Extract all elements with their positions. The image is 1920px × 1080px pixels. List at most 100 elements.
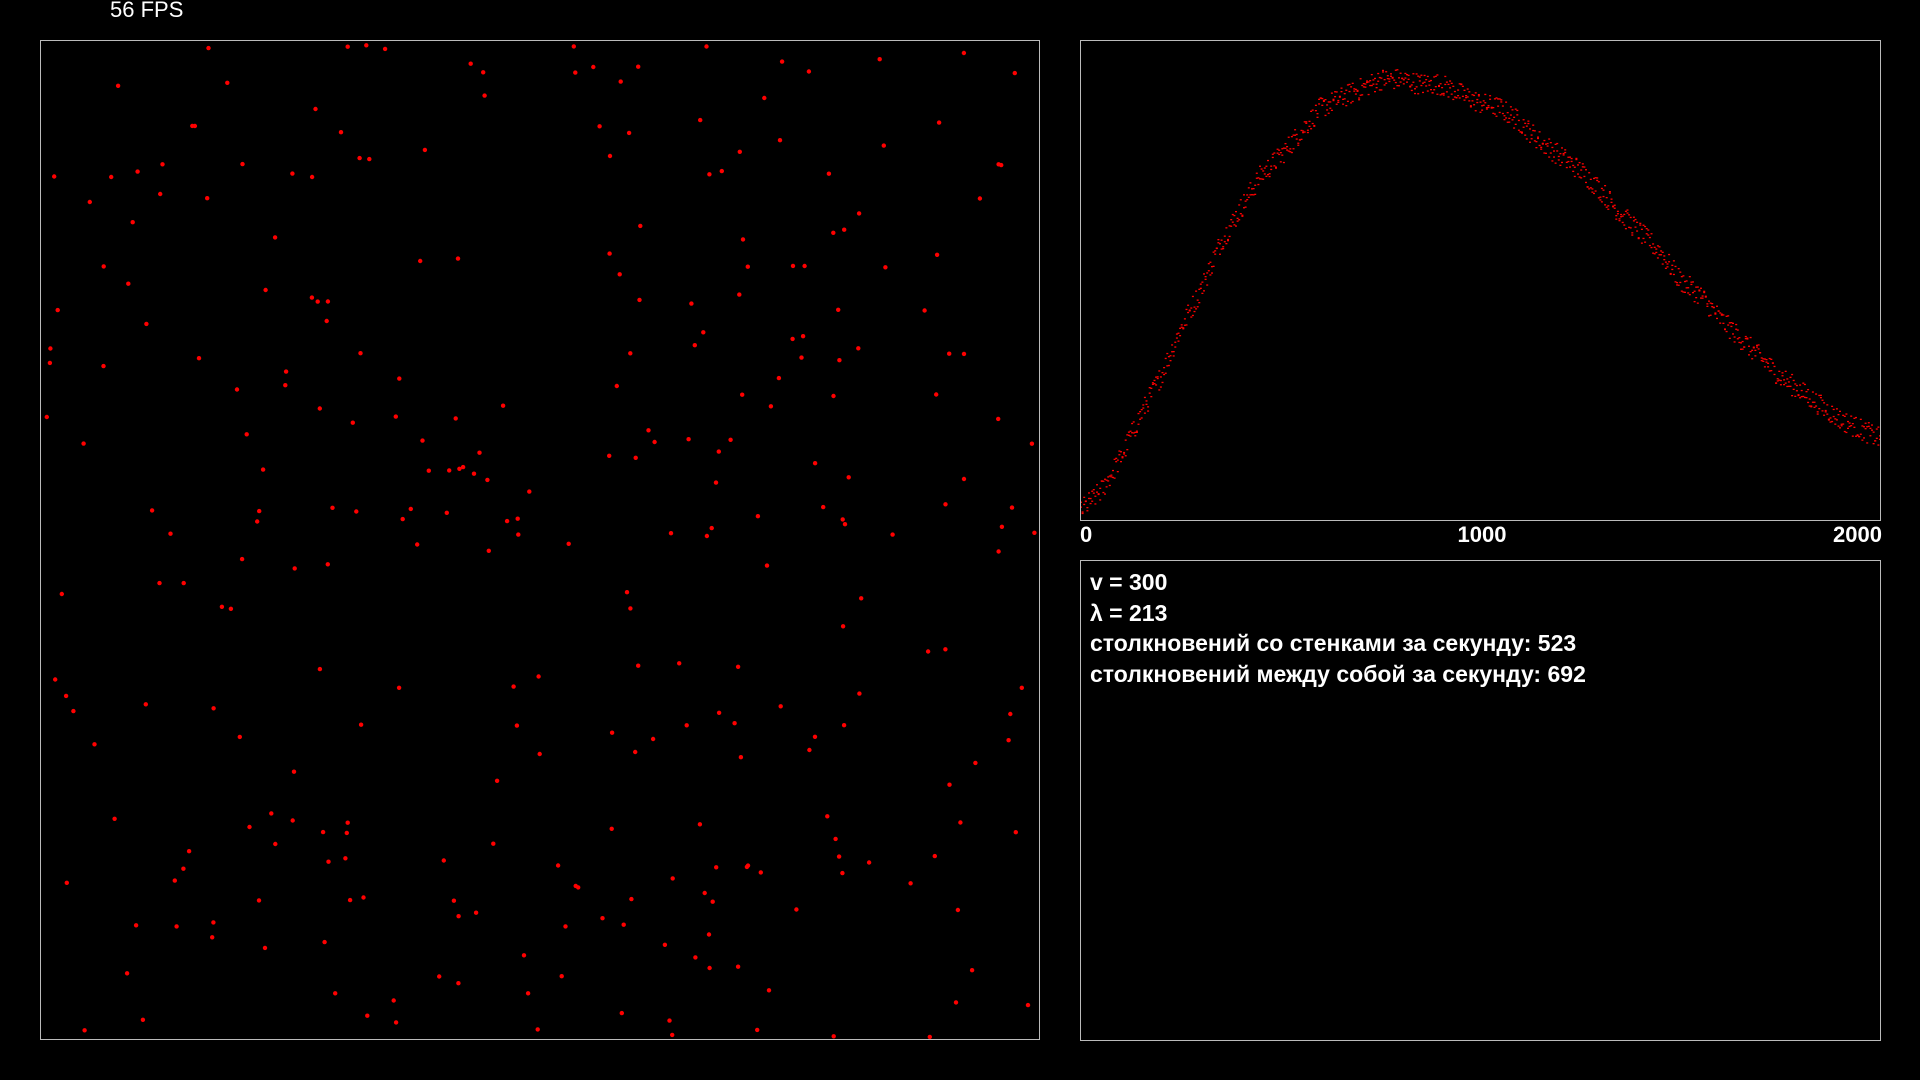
chart-point <box>1639 222 1642 224</box>
chart-point <box>1290 136 1293 138</box>
particle <box>670 876 675 881</box>
particle <box>716 449 721 454</box>
chart-point <box>1708 300 1710 302</box>
chart-point <box>1514 108 1517 110</box>
particle <box>689 301 694 306</box>
chart-point <box>1676 282 1679 284</box>
chart-point <box>1698 290 1701 292</box>
particle <box>646 428 651 433</box>
chart-point <box>1529 128 1531 130</box>
chart-point <box>1770 370 1773 372</box>
chart-point <box>1099 487 1102 489</box>
particle <box>309 174 315 180</box>
particle <box>768 404 774 409</box>
chart-point <box>1290 151 1293 154</box>
chart-point <box>1223 235 1226 237</box>
chart-point <box>1338 96 1341 98</box>
chart-point <box>1187 311 1190 314</box>
chart-point <box>1826 404 1829 406</box>
chart-point <box>1217 239 1220 241</box>
particle <box>934 392 939 397</box>
particle <box>444 510 449 515</box>
particle <box>451 898 457 903</box>
chart-point <box>1143 412 1146 414</box>
chart-point <box>1776 378 1779 380</box>
chart-point <box>1321 97 1324 100</box>
chart-point <box>1083 496 1086 498</box>
chart-point <box>1648 244 1651 247</box>
chart-point <box>1193 306 1196 308</box>
particle <box>535 1027 540 1032</box>
particle <box>745 264 750 269</box>
chart-point <box>1404 72 1407 75</box>
chart-point <box>1779 384 1782 386</box>
chart-point <box>1645 228 1648 230</box>
particle <box>190 123 195 129</box>
particle <box>92 742 97 747</box>
chart-point <box>1640 228 1643 230</box>
particle <box>460 464 466 470</box>
chart-point <box>1869 435 1872 437</box>
chart-point <box>1340 87 1343 89</box>
chart-point <box>1225 227 1228 229</box>
chart-point <box>1597 181 1600 183</box>
chart-point <box>1159 386 1162 388</box>
chart-point <box>1580 177 1583 179</box>
chart-point <box>1353 90 1356 92</box>
particle <box>943 647 948 652</box>
chart-point <box>1473 104 1476 106</box>
chart-point <box>1615 218 1618 220</box>
particle <box>881 143 886 148</box>
chart-point <box>1351 82 1354 84</box>
chart-point <box>1839 410 1841 412</box>
chart-point <box>1201 292 1204 294</box>
particle <box>609 730 615 735</box>
particle <box>219 604 225 609</box>
chart-point <box>1222 246 1225 248</box>
particle <box>800 334 806 339</box>
chart-point <box>1508 121 1511 123</box>
particle <box>393 1020 399 1025</box>
chart-point <box>1433 89 1436 91</box>
chart-point <box>1556 142 1559 145</box>
chart-point <box>1129 430 1132 432</box>
chart-point <box>1498 111 1501 114</box>
chart-point <box>1473 94 1476 97</box>
chart-point <box>1271 156 1274 159</box>
particle <box>418 258 423 264</box>
particle <box>779 59 785 64</box>
chart-point <box>1244 206 1247 208</box>
particle <box>345 820 350 825</box>
chart-point <box>1656 257 1659 259</box>
chart-point <box>1383 84 1386 86</box>
particle <box>500 403 506 408</box>
particle <box>710 899 715 904</box>
chart-point <box>1359 78 1362 80</box>
chart-point <box>1370 74 1373 76</box>
chart-point <box>1423 81 1426 83</box>
chart-point <box>1634 218 1637 221</box>
chart-point <box>1626 212 1629 214</box>
particle <box>837 358 842 363</box>
particle <box>354 509 359 514</box>
chart-point <box>1613 207 1616 209</box>
chart-point <box>1589 187 1592 189</box>
chart-point <box>1314 104 1317 106</box>
chart-point <box>1506 112 1509 114</box>
chart-point <box>1545 152 1547 154</box>
chart-point <box>1557 155 1560 158</box>
chart-point <box>1329 101 1332 103</box>
chart-point <box>1669 273 1672 275</box>
chart-point <box>1722 314 1725 316</box>
chart-point <box>1585 181 1587 184</box>
chart-point <box>1267 159 1269 162</box>
chart-point <box>1156 376 1159 378</box>
chart-point <box>1792 388 1795 390</box>
particle <box>283 383 288 388</box>
chart-point <box>1799 384 1802 386</box>
particle <box>707 172 712 177</box>
chart-point <box>1604 185 1607 187</box>
chart-point <box>1214 253 1217 255</box>
chart-point <box>1219 253 1221 255</box>
particle <box>618 79 623 84</box>
